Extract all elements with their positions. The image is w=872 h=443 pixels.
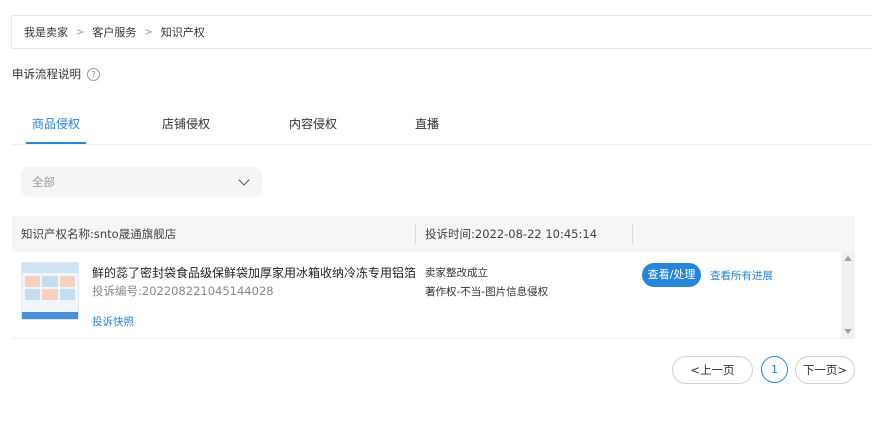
tab-content-infringement[interactable]: 内容侵权: [283, 106, 343, 144]
appeal-process-help[interactable]: 申诉流程说明 ?: [12, 66, 100, 82]
question-circle-icon[interactable]: ?: [87, 67, 100, 81]
complaint-header: 知识产权名称:snto晟通旗舰店 投诉时间:2022-08-22 10:45:1…: [12, 216, 855, 252]
tab-bar: 商品侵权 店铺侵权 内容侵权 直播: [12, 106, 872, 145]
complaint-number: 投诉编号:202208221045144028: [92, 284, 274, 298]
tab-product-infringement[interactable]: 商品侵权: [26, 106, 86, 144]
breadcrumb: 我是卖家 > 客户服务 > 知识产权: [11, 15, 872, 49]
tab-live[interactable]: 直播: [402, 106, 452, 144]
column-divider: [415, 224, 416, 244]
row-scrollbar[interactable]: [841, 252, 855, 338]
view-handle-button[interactable]: 查看/处理: [642, 263, 701, 287]
appeal-process-label: 申诉流程说明: [12, 67, 81, 81]
complaint-time: 投诉时间:2022-08-22 10:45:14: [425, 227, 598, 241]
scroll-down-arrow-icon[interactable]: [844, 329, 852, 334]
ip-name: 知识产权名称:snto晟通旗舰店: [21, 227, 177, 241]
complaint-row: 鲜的蕊了密封袋食品级保鲜袋加厚家用冰箱收纳冷冻专用铝箔 投诉编号:2022082…: [12, 252, 855, 339]
complaint-status: 卖家整改成立: [425, 267, 488, 279]
next-page-button[interactable]: 下一页>: [795, 356, 855, 384]
view-all-progress-link[interactable]: 查看所有进展: [710, 268, 773, 283]
product-thumbnail[interactable]: [21, 262, 79, 320]
complaint-reason: 著作权-不当-图片信息侵权: [425, 286, 549, 298]
breadcrumb-separator: >: [144, 26, 153, 38]
scroll-up-arrow-icon[interactable]: [844, 256, 852, 261]
tab-store-infringement[interactable]: 店铺侵权: [156, 106, 216, 144]
breadcrumb-item-ip: 知识产权: [160, 26, 205, 39]
column-divider: [632, 224, 633, 244]
complaint-snapshot-link[interactable]: 投诉快照: [92, 314, 134, 329]
chevron-down-icon: [238, 174, 250, 186]
product-title[interactable]: 鲜的蕊了密封袋食品级保鲜袋加厚家用冰箱收纳冷冻专用铝箔: [92, 264, 417, 281]
status-filter-select[interactable]: 全部: [21, 167, 262, 197]
breadcrumb-separator: >: [76, 26, 85, 38]
prev-page-button[interactable]: <上一页: [672, 356, 753, 384]
breadcrumb-item-seller[interactable]: 我是卖家: [24, 24, 68, 40]
breadcrumb-item-customer-service[interactable]: 客户服务: [92, 24, 136, 40]
page-number-current[interactable]: 1: [761, 356, 788, 383]
filter-selected-value: 全部: [32, 175, 55, 189]
